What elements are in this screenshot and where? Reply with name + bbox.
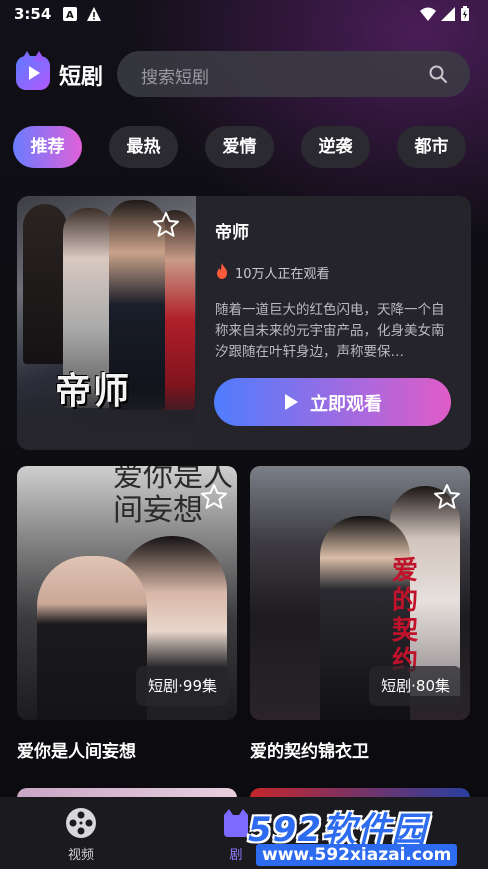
card-title[interactable]: 爱你是人间妄想 xyxy=(17,737,136,762)
featured-card[interactable]: 帝师 帝师 10万人正在观看 随着一道巨大的红色闪电，天降一个自称来自未来的元宇… xyxy=(17,196,471,450)
episode-badge: 短剧·99集 xyxy=(136,666,229,706)
tab-urban[interactable]: 都市 xyxy=(397,126,466,168)
play-icon xyxy=(285,394,298,410)
search-bar[interactable]: 搜索短剧 xyxy=(117,51,470,97)
card-title[interactable]: 爱的契约锦衣卫 xyxy=(250,737,369,762)
favorite-star-icon[interactable] xyxy=(151,210,181,240)
card-poster-title: 爱的契约 xyxy=(391,556,418,676)
wifi-icon xyxy=(420,7,436,21)
tab-comeback[interactable]: 逆袭 xyxy=(301,126,370,168)
warning-icon xyxy=(87,7,101,21)
status-time: 3:54 xyxy=(14,5,52,23)
film-reel-icon xyxy=(66,808,96,838)
favorite-star-icon[interactable] xyxy=(199,482,229,512)
drama-card[interactable]: 爱的契约 短剧·80集 xyxy=(250,466,470,720)
tab-romance[interactable]: 爱情 xyxy=(205,126,274,168)
signal-icon xyxy=(441,7,455,21)
featured-description: 随着一道巨大的红色闪电，天降一个自称来自未来的元宇宙产品，化身美女南汐跟随在叶轩… xyxy=(215,302,445,360)
fire-icon xyxy=(217,263,227,279)
watch-now-button[interactable]: 立即观看 xyxy=(214,378,451,426)
featured-poster[interactable]: 帝师 xyxy=(17,196,196,450)
battery-icon xyxy=(461,6,469,21)
watch-now-label: 立即观看 xyxy=(310,394,382,415)
favorite-star-icon[interactable] xyxy=(432,482,462,512)
nav-item-video[interactable]: 视频 xyxy=(41,797,121,869)
featured-title: 帝师 xyxy=(215,223,249,243)
notification-a-icon: A xyxy=(63,7,77,21)
watermark: 592软件园 www.592xiazai.com xyxy=(242,800,488,869)
featured-poster-title: 帝师 xyxy=(55,370,132,412)
tab-recommend[interactable]: 推荐 xyxy=(13,126,82,168)
status-bar: 3:54 A xyxy=(0,0,488,30)
svg-text:A: A xyxy=(66,10,74,21)
app-title: 短剧 xyxy=(59,65,104,90)
episode-badge: 短剧·80集 xyxy=(369,666,462,706)
watching-count: 10万人正在观看 xyxy=(235,267,330,282)
tab-hottest[interactable]: 最热 xyxy=(109,126,178,168)
search-placeholder: 搜索短剧 xyxy=(141,68,209,88)
watermark-url: www.592xiazai.com xyxy=(256,844,458,866)
app-logo-icon xyxy=(16,51,50,90)
drama-card[interactable]: 爱你是人间妄想 短剧·99集 xyxy=(17,466,237,720)
search-icon[interactable] xyxy=(428,64,448,84)
nav-label: 视频 xyxy=(67,848,94,863)
